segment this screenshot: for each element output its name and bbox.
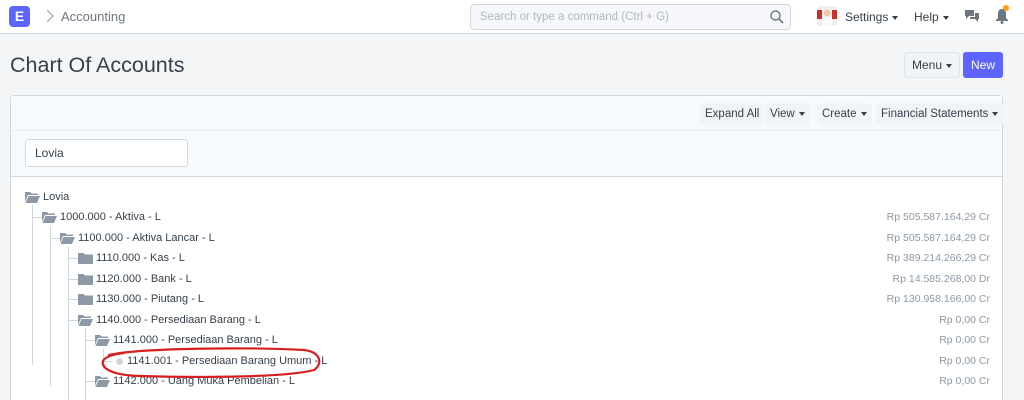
account-balance: Rp 0,00 Cr (939, 334, 990, 346)
account-balance: Rp 14.585.268,00 Dr (892, 273, 990, 285)
tree-connector (50, 226, 51, 386)
tree-connector (85, 381, 95, 382)
financial-statements-label: Financial Statements (881, 108, 989, 120)
view-label: View (770, 108, 795, 120)
help-menu[interactable]: Help (914, 10, 949, 24)
tree-connector (68, 320, 78, 321)
folder-open-icon (60, 233, 75, 244)
page-title: Chart Of Accounts (10, 53, 185, 77)
caret-down-icon (860, 111, 867, 116)
menu-button-label: Menu (911, 58, 943, 72)
help-label: Help (914, 10, 939, 24)
account-balance: Rp 389.214.266,29 Cr (886, 252, 990, 264)
folder-open-icon (95, 335, 110, 346)
tree-node-label: 1120.000 - Bank - L (96, 273, 192, 285)
tree-connector (85, 340, 95, 341)
financial-statements-dropdown-button[interactable]: Financial Statements (876, 103, 1004, 125)
folder-icon (78, 253, 93, 264)
caret-down-icon (798, 111, 805, 116)
menu-button[interactable]: Menu (904, 52, 960, 78)
tree-node-label: 1000.000 - Aktiva - L (60, 211, 161, 223)
tree-connector (68, 299, 78, 300)
tree-node-label: 1141.000 - Persediaan Barang - L (113, 334, 278, 346)
avatar-image-icon (817, 6, 837, 26)
tree-node-label: 1140.000 - Persediaan Barang - L (96, 314, 261, 326)
folder-open-icon (42, 212, 57, 223)
settings-label: Settings (845, 10, 889, 24)
tree-connector (68, 279, 78, 280)
search-placeholder: Search or type a command (Ctrl + G) (480, 11, 669, 23)
breadcrumb-accounting[interactable]: Accounting (61, 9, 125, 24)
company-filter-input[interactable] (25, 139, 188, 167)
tree-toolbar: Expand All View Create Financial Stateme… (11, 96, 1004, 131)
settings-menu[interactable]: Settings (845, 10, 899, 24)
account-balance: Rp 505.587.164,29 Cr (886, 232, 990, 244)
user-avatar[interactable] (817, 6, 837, 26)
folder-icon (78, 294, 93, 305)
caret-down-icon (992, 111, 999, 116)
new-button[interactable]: New (963, 52, 1003, 78)
notification-indicator (1003, 5, 1009, 11)
folder-open-icon (78, 315, 93, 326)
tree-node-label: 1130.000 - Piutang - L (96, 293, 205, 305)
view-dropdown-button[interactable]: View (765, 103, 810, 125)
chat-icon[interactable] (964, 9, 980, 24)
account-balance: Rp 505.587.164,29 Cr (886, 211, 990, 223)
create-dropdown-button[interactable]: Create (817, 103, 872, 125)
tree-connector (32, 205, 33, 365)
account-balance: Rp 0,00 Cr (939, 355, 990, 367)
account-balance: Rp 0,00 Cr (939, 314, 990, 326)
tree-connector (32, 217, 42, 218)
caret-down-icon (946, 63, 953, 68)
filter-area (11, 131, 1002, 177)
app-logo[interactable]: E (9, 6, 30, 27)
search-icon[interactable] (769, 9, 785, 25)
caret-down-icon (892, 15, 899, 20)
tree-node-label: 1110.000 - Kas - L (96, 252, 185, 264)
folder-icon (78, 274, 93, 285)
tree-connector (50, 238, 60, 239)
tree-connector (85, 328, 86, 400)
tree-connector (68, 258, 78, 259)
account-balance: Rp 0,00 Cr (939, 375, 990, 387)
caret-down-icon (942, 15, 949, 20)
account-balance: Rp 130.958.166,00 Cr (886, 293, 990, 305)
navbar: E Accounting Search or type a command (C… (0, 0, 1024, 34)
tree-connector (68, 246, 69, 400)
tree-node-label: Lovia (43, 191, 70, 203)
red-annotation-ellipse (101, 347, 321, 379)
chevron-right-icon (46, 9, 55, 23)
search-bar[interactable]: Search or type a command (Ctrl + G) (470, 4, 791, 30)
tree-node-label: 1100.000 - Aktiva Lancar - L (78, 232, 215, 244)
expand-all-button[interactable]: Expand All (700, 103, 765, 125)
create-label: Create (822, 108, 857, 120)
folder-open-icon (25, 192, 40, 203)
